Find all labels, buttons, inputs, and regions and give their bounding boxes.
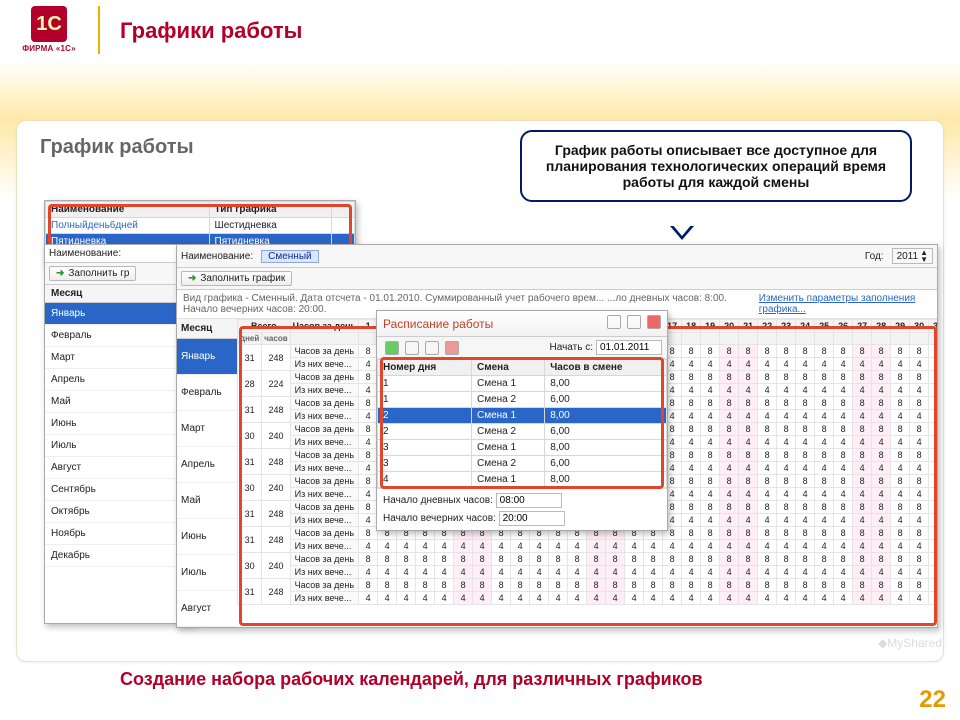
page-number: 22 [919,686,946,714]
year-spinner[interactable]: 2011▲▼ [892,248,933,264]
name-value[interactable]: Сменный [261,250,318,263]
month-item[interactable]: Январь [177,339,237,375]
list-row[interactable]: Полныйдень6днейШестидневка [46,218,355,234]
col-name[interactable]: Наименование [46,202,210,218]
month-item[interactable]: Август [45,457,195,479]
name-label: Наименование: [45,245,195,263]
shift-row[interactable]: 3Смена 18,00 [378,440,667,456]
month-header: Месяц [177,319,237,339]
month-item[interactable]: Март [177,411,237,447]
col-daynum[interactable]: Номер дня [378,360,472,376]
month-item[interactable]: Февраль [177,375,237,411]
shift-row[interactable]: 2Смена 26,00 [378,424,667,440]
month-item[interactable]: Март [45,347,195,369]
section-heading: График работы [40,136,194,159]
arrow-icon: ➜ [56,268,64,279]
shift-row[interactable]: 1Смена 18,00 [378,376,667,392]
month-item[interactable]: Сентябрь [177,627,237,628]
month-item[interactable]: Май [45,391,195,413]
copy-icon[interactable] [405,341,419,355]
month-item[interactable]: Сентябрь [45,479,195,501]
day-start-label: Начало дневных часов: [383,495,493,506]
month-item[interactable]: Июль [45,435,195,457]
close-icon[interactable] [647,315,661,329]
month-item[interactable]: Июль [177,555,237,591]
delete-icon[interactable] [445,341,459,355]
month-item[interactable]: Апрель [45,369,195,391]
col-hours[interactable]: Часов в смене [545,360,667,376]
fill-grid-button[interactable]: ➜Заполнить график [181,271,292,286]
change-params-link[interactable]: Изменить параметры заполнения графика... [759,293,931,315]
calendar-side-window: Наименование: ➜Заполнить гр Месяц Январь… [44,244,196,624]
arrow-icon: ➜ [188,273,196,284]
callout-tail-fill [672,224,692,236]
eve-start-label: Начало вечерних часов: [383,513,496,524]
year-label: Год: [865,251,884,262]
month-item[interactable]: Апрель [177,447,237,483]
popup-title: Расписание работы [383,317,493,331]
header-rule [98,6,100,54]
month-item[interactable]: Ноябрь [45,523,195,545]
month-item[interactable]: Июнь [177,519,237,555]
brand-sub: ФИРМА «1С» [14,44,84,53]
shift-row[interactable]: 2Смена 18,00 [378,408,667,424]
footer-note: Создание набора рабочих календарей, для … [120,669,703,690]
start-label: Начать с: [550,342,593,353]
month-item[interactable]: Август [177,591,237,627]
start-date-input[interactable] [596,340,662,355]
watermark: ◆MyShared [878,636,942,650]
shift-row[interactable]: 4Смена 18,00 [378,472,667,488]
month-item[interactable]: Октябрь [45,501,195,523]
month-item[interactable]: Февраль [45,325,195,347]
callout-bubble: График работы описывает все доступное дл… [520,130,912,202]
brand-logo: 1С [31,6,67,42]
brand-logo-block: 1С ФИРМА «1С» [14,6,84,53]
eve-start-input[interactable] [499,511,565,526]
month-header: Месяц [45,285,195,303]
name-label: Наименование: [181,251,253,262]
month-item[interactable]: Июнь [45,413,195,435]
month-item[interactable]: Декабрь [45,545,195,567]
add-icon[interactable] [385,341,399,355]
month-item[interactable]: Май [177,483,237,519]
scroll-stub: ˆ [332,202,355,218]
shift-row[interactable]: 3Смена 26,00 [378,456,667,472]
page-title: Графики работы [120,18,302,44]
shift-schedule-popup: Расписание работы Начать с: Номер дня См… [376,310,668,531]
col-shift[interactable]: Смена [472,360,545,376]
maximize-icon[interactable] [627,315,641,329]
month-item[interactable]: Январь [45,303,195,325]
shift-row[interactable]: 1Смена 26,00 [378,392,667,408]
fill-button[interactable]: ➜Заполнить гр [49,266,136,281]
minimize-icon[interactable] [607,315,621,329]
day-start-input[interactable] [496,493,562,508]
col-type[interactable]: Тип графика [209,202,331,218]
edit-icon[interactable] [425,341,439,355]
